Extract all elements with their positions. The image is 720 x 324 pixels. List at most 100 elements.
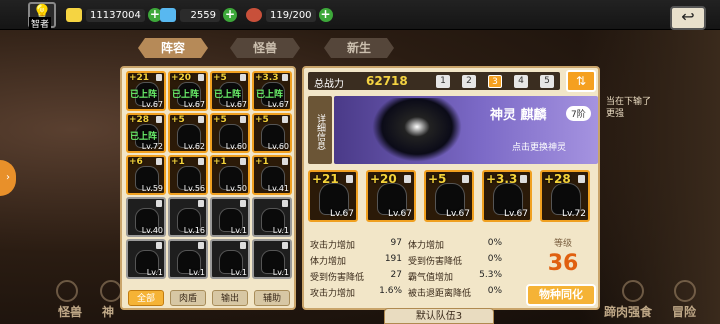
- filter-all-button[interactable]: 全部: [128, 290, 164, 306]
- diamond-icon: [160, 8, 176, 22]
- tab-newborn[interactable]: 新生: [324, 38, 394, 58]
- monster-level: Lv.67: [388, 209, 412, 219]
- monster-card[interactable]: +3.3 已上阵 Lv.67: [252, 71, 292, 111]
- swap-team-button[interactable]: ⇅: [566, 70, 596, 92]
- monster-level: Lv.67: [504, 209, 528, 219]
- star-bonus: +20: [370, 172, 397, 186]
- team-tab-4[interactable]: 4: [514, 75, 528, 88]
- star-bonus: +5: [255, 115, 269, 125]
- stat-label: 受到伤害降低: [310, 273, 365, 283]
- monster-level: Lv.67: [225, 100, 247, 109]
- stat-value: 5.3%: [479, 270, 502, 280]
- monster-level: Lv.67: [141, 100, 163, 109]
- monster-level: Lv.1: [230, 226, 247, 235]
- nav-adventure[interactable]: 冒险: [672, 303, 696, 320]
- monster-level: Lv.1: [272, 226, 289, 235]
- deployed-status: 已上阵: [214, 90, 242, 100]
- god-qilin-portrait: [372, 98, 462, 162]
- add-stamina-button[interactable]: +: [318, 8, 333, 22]
- monster-card[interactable]: +20 已上阵 Lv.67: [168, 71, 208, 111]
- lock-icon: [282, 74, 288, 81]
- monster-card[interactable]: +5 Lv.60: [210, 113, 250, 153]
- lock-icon: [520, 175, 527, 183]
- party-slot[interactable]: +28 Lv.72: [540, 170, 590, 222]
- nav-monster[interactable]: 怪兽: [58, 303, 82, 320]
- level-label: 等级: [553, 239, 572, 249]
- lock-icon: [198, 200, 204, 207]
- team-tab-3[interactable]: 3: [488, 75, 502, 88]
- power-label: 总战力: [314, 79, 344, 90]
- detail-info-button[interactable]: 详细信息: [308, 96, 332, 164]
- monster-card[interactable]: +5 已上阵 Lv.67: [210, 71, 250, 111]
- lock-icon: [404, 175, 411, 183]
- team-tab-1[interactable]: 1: [436, 75, 450, 88]
- star-bonus: +5: [428, 172, 447, 186]
- add-diamond-button[interactable]: +: [223, 8, 237, 22]
- monster-level: Lv.1: [272, 268, 289, 277]
- team-tab-2[interactable]: 2: [462, 75, 476, 88]
- team-name-label[interactable]: 默认队伍3: [384, 308, 494, 324]
- filter-dps-button[interactable]: 输出: [212, 290, 248, 306]
- lock-icon: [198, 116, 204, 123]
- stat-label: 霸气值增加: [408, 273, 454, 283]
- party-slot[interactable]: +20 Lv.67: [366, 170, 416, 222]
- god-banner[interactable]: 神灵 麒麟 7阶 点击更换神灵: [334, 96, 598, 164]
- power-bar: 总战力 62718 1 2 3 4 5: [308, 72, 560, 90]
- monster-card[interactable]: Lv.1: [252, 197, 292, 237]
- party-slot[interactable]: +21 Lv.67: [308, 170, 358, 222]
- monster-card[interactable]: Lv.1: [252, 239, 292, 279]
- monster-level: Lv.67: [267, 100, 289, 109]
- stat-value: 97: [390, 238, 402, 248]
- monster-level: Lv.56: [183, 184, 205, 193]
- stat-value: 0%: [487, 286, 502, 296]
- lock-icon: [282, 158, 288, 165]
- lock-icon: [156, 74, 162, 81]
- monster-card[interactable]: +5 Lv.62: [168, 113, 208, 153]
- star-bonus: +5: [213, 73, 227, 83]
- team-tab-5[interactable]: 5: [540, 75, 554, 88]
- monster-level: Lv.16: [183, 226, 205, 235]
- monster-level: Lv.72: [562, 209, 586, 219]
- monster-card[interactable]: +1 Lv.50: [210, 155, 250, 195]
- monster-card[interactable]: +28 已上阵 Lv.72: [126, 113, 166, 153]
- bonus-stats: 攻击力增加 97 体力增加 0% 体力增加 191 受到伤害降低 0% 受到伤害…: [310, 238, 520, 299]
- filter-tank-button[interactable]: 肉盾: [170, 290, 206, 306]
- monster-level: Lv.1: [146, 268, 163, 277]
- lock-icon: [198, 74, 204, 81]
- species-sync-button[interactable]: 物种同化: [526, 284, 596, 306]
- monster-grid: +21 已上阵 Lv.67 +20 已上阵 Lv.67 +5 已上阵 Lv.67 +3.3 已上阵 L…: [126, 71, 292, 279]
- background-right: [580, 0, 720, 324]
- lock-icon: [198, 158, 204, 165]
- monster-card[interactable]: Lv.1: [210, 197, 250, 237]
- nav-hunt[interactable]: 蹄肉强食: [604, 303, 652, 320]
- monster-card[interactable]: +5 Lv.60: [252, 113, 292, 153]
- party-slots: +21 Lv.67 +20 Lv.67 +5 Lv.67 +3.3 Lv.67 +28 Lv.72: [308, 170, 590, 222]
- power-value: 62718: [366, 74, 408, 88]
- lock-icon: [240, 242, 246, 249]
- monster-card[interactable]: +6 Lv.59: [126, 155, 166, 195]
- filter-support-button[interactable]: 辅助: [254, 290, 290, 306]
- monster-card[interactable]: Lv.1: [168, 239, 208, 279]
- lock-icon: [156, 200, 162, 207]
- star-bonus: +1: [171, 157, 185, 167]
- party-slot[interactable]: +3.3 Lv.67: [482, 170, 532, 222]
- team-detail-panel: 总战力 62718 1 2 3 4 5 ⇅ 详细信息 神灵 麒麟 7阶 点击更换…: [302, 66, 600, 310]
- lock-icon: [156, 116, 162, 123]
- monster-card[interactable]: +1 Lv.56: [168, 155, 208, 195]
- lock-icon: [240, 200, 246, 207]
- nav-god[interactable]: 神: [102, 303, 114, 320]
- monster-card[interactable]: Lv.16: [168, 197, 208, 237]
- side-message: 当在下输了 更强: [606, 97, 652, 119]
- back-button[interactable]: ↩: [670, 6, 706, 30]
- party-slot[interactable]: +5 Lv.67: [424, 170, 474, 222]
- tab-monster[interactable]: 怪兽: [230, 38, 300, 58]
- monster-card[interactable]: Lv.40: [126, 197, 166, 237]
- tab-lineup[interactable]: 阵容: [138, 38, 208, 58]
- role-filters: 全部 肉盾 输出 辅助: [128, 290, 290, 306]
- monster-card[interactable]: +1 Lv.41: [252, 155, 292, 195]
- lock-icon: [240, 116, 246, 123]
- monster-card[interactable]: +21 已上阵 Lv.67: [126, 71, 166, 111]
- monster-card[interactable]: Lv.1: [210, 239, 250, 279]
- monster-level: Lv.60: [267, 142, 289, 151]
- monster-card[interactable]: Lv.1: [126, 239, 166, 279]
